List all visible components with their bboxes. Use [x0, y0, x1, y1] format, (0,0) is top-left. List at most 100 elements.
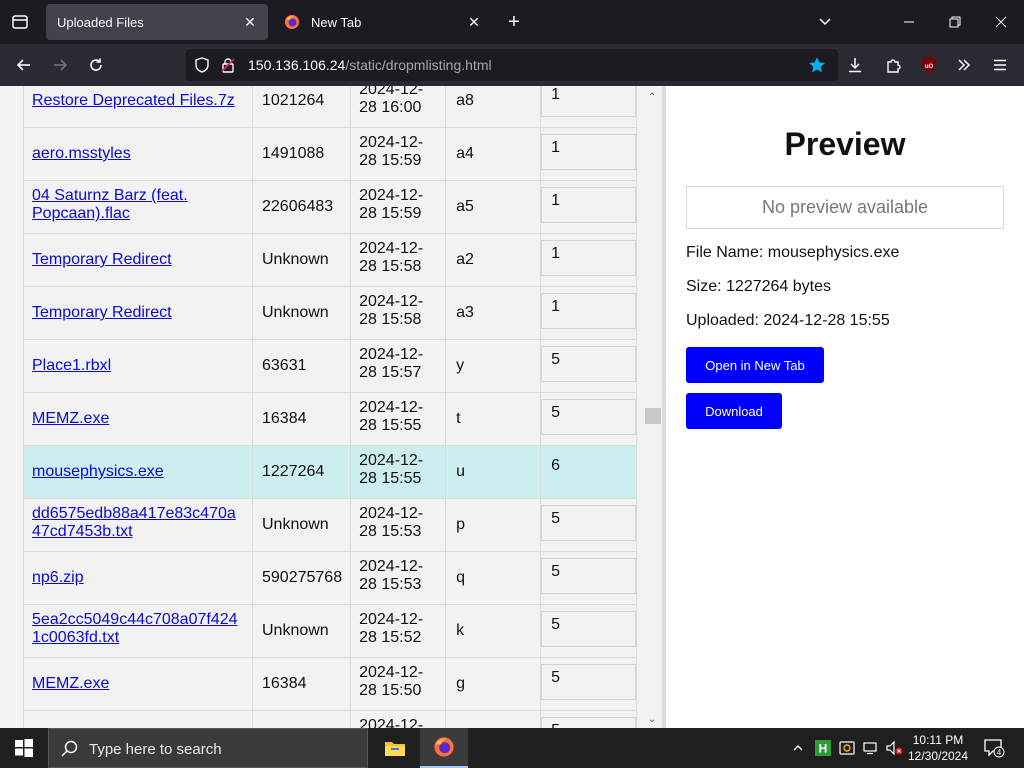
upload-date-cell: 2024-12- 28 15:58 [350, 286, 447, 340]
table-row[interactable]: MEMZ.exe 16384 2024-12- 28 15:55 t 5 [23, 392, 638, 446]
notification-center-icon[interactable]: 4 [980, 728, 1008, 768]
network-icon[interactable] [860, 728, 882, 768]
table-row[interactable]: 5ea2cc5049c44c708a07f424 1c0063fd.txt Unkn… [23, 604, 638, 658]
count-field[interactable]: 5 [541, 664, 637, 700]
count-field[interactable]: 5 [541, 611, 637, 647]
count-field[interactable]: 1 [541, 134, 637, 170]
show-hidden-icons-chevron-icon[interactable] [788, 728, 808, 768]
file-name-cell: aero.msstyles [23, 127, 253, 181]
file-size-cell: Unknown [251, 233, 352, 287]
file-link[interactable]: mousephysics.exe [32, 463, 164, 480]
uploader-tag-cell: q [445, 551, 542, 605]
table-row[interactable]: dd6575edb88a417e83c470a 47cd7453b.txt Unkn… [23, 498, 638, 552]
overflow-chevrons-icon[interactable] [950, 51, 978, 79]
count-field[interactable]: 5 [541, 399, 637, 435]
uploader-tag-cell: u [445, 445, 542, 499]
table-row[interactable]: 7757bdd3473b491d8fc92e9c 2024-12- 5 [23, 710, 638, 728]
count-field[interactable]: 5 [541, 346, 637, 382]
upload-date-line: 2024-12- [359, 611, 424, 628]
table-row[interactable]: Temporary Redirect Unknown 2024-12- 28 15:5… [23, 286, 638, 340]
taskbar-search-box[interactable]: Type here to search [48, 728, 368, 768]
hamachi-tray-icon[interactable]: H [812, 728, 834, 768]
restore-icon[interactable] [932, 0, 978, 44]
count-cell: 6 [540, 445, 638, 499]
count-field[interactable]: 6 [541, 452, 636, 488]
file-name-cell: Place1.rbxl [23, 339, 253, 393]
file-name-cell: Temporary Redirect [23, 233, 253, 287]
open-in-new-tab-button[interactable]: Open in New Tab [686, 347, 824, 383]
system-tray-app-icon[interactable] [836, 728, 858, 768]
file-link[interactable]: Restore Deprecated Files.7z [32, 92, 235, 109]
hamburger-menu-icon[interactable] [986, 51, 1014, 79]
file-link[interactable]: Temporary Redirect [32, 304, 172, 321]
close-tab-icon[interactable]: ✕ [238, 10, 262, 34]
count-field[interactable]: 5 [541, 717, 637, 728]
scroll-up-arrow-icon[interactable]: ⌃ [648, 92, 656, 103]
upload-date-cell: 2024-12- 28 15:50 [350, 657, 447, 711]
file-link[interactable]: 5ea2cc5049c44c708a07f424 1c0063fd.txt [32, 611, 238, 646]
new-tab-plus-icon[interactable]: + [502, 10, 526, 34]
count-field[interactable]: 1 [541, 187, 637, 223]
count-field[interactable]: 5 [541, 505, 637, 541]
file-link[interactable]: Temporary Redirect [32, 251, 172, 268]
file-name-line: MEMZ.exe [32, 675, 110, 692]
table-row[interactable]: np6.zip 590275768 2024-12- 28 15:53 q 5 [23, 551, 638, 605]
count-field[interactable]: 1 [541, 293, 637, 329]
file-link[interactable]: dd6575edb88a417e83c470a 47cd7453b.txt [32, 505, 236, 540]
table-row[interactable]: aero.msstyles 1491088 2024-12- 28 15:59 a4 1 [23, 127, 638, 181]
uploader-tag-cell: p [445, 498, 542, 552]
count-field[interactable]: 1 [541, 86, 637, 117]
downloads-icon[interactable] [841, 51, 869, 79]
file-size-cell: 63631 [251, 339, 352, 393]
ublock-origin-icon[interactable]: uO [915, 51, 943, 79]
firefox-taskbar-icon[interactable] [420, 728, 468, 768]
chevron-down-icon[interactable] [802, 0, 848, 44]
close-window-icon[interactable] [978, 0, 1024, 44]
tab-uploaded-files[interactable]: Uploaded Files ✕ [46, 4, 268, 40]
file-link[interactable]: aero.msstyles [32, 145, 131, 162]
back-arrow-icon[interactable] [10, 51, 38, 79]
shield-icon[interactable] [194, 57, 210, 78]
taskbar-clock[interactable]: 10:11 PM 12/30/2024 [900, 732, 976, 764]
table-row[interactable]: Restore Deprecated Files.7z 1021264 2024-1… [23, 86, 638, 128]
count-cell: 5 [540, 551, 638, 605]
table-row[interactable]: 04 Saturnz Barz (feat. Popcaan).flac 22606… [23, 180, 638, 234]
uploader-tag-cell: a8 [445, 86, 542, 128]
scroll-down-arrow-icon[interactable]: ⌄ [648, 714, 656, 725]
preview-placeholder-box: No preview available [686, 186, 1004, 229]
windows-start-icon[interactable] [0, 728, 48, 768]
scrollbar-thumb[interactable] [645, 408, 661, 424]
insecure-lock-icon[interactable] [220, 57, 236, 78]
table-row-selected[interactable]: mousephysics.exe 1227264 2024-12- 28 15:55 u… [23, 445, 638, 499]
download-button[interactable]: Download [686, 393, 782, 429]
table-row[interactable]: Temporary Redirect Unknown 2024-12- 28 15:5… [23, 233, 638, 287]
navigation-toolbar: 150.136.106.24/static/dropmlisting.html … [0, 44, 1024, 86]
minimize-icon[interactable] [886, 0, 932, 44]
listing-scrollbar[interactable]: ⌃ ⌄ [644, 86, 662, 728]
file-name-cell: Restore Deprecated Files.7z [23, 86, 253, 128]
extensions-puzzle-icon[interactable] [879, 51, 907, 79]
uploader-tag-cell [445, 710, 542, 728]
upload-date-line: 2024-12- [359, 134, 424, 151]
count-field[interactable]: 1 [541, 240, 637, 276]
bookmark-star-icon[interactable] [808, 56, 826, 79]
table-row[interactable]: MEMZ.exe 16384 2024-12- 28 15:50 g 5 [23, 657, 638, 711]
tab-title: Uploaded Files [57, 14, 144, 30]
file-link[interactable]: 04 Saturnz Barz (feat. Popcaan).flac [32, 187, 188, 222]
file-listing-pane[interactable]: Restore Deprecated Files.7z 1021264 2024-1… [0, 86, 666, 728]
close-tab-icon[interactable]: ✕ [462, 10, 486, 34]
file-link[interactable]: MEMZ.exe [32, 675, 109, 692]
tab-new-tab[interactable]: New Tab ✕ [276, 4, 492, 40]
file-link[interactable]: MEMZ.exe [32, 410, 109, 427]
tab-list-icon[interactable] [8, 10, 32, 34]
file-link[interactable]: np6.zip [32, 569, 84, 586]
file-name-cell: 7757bdd3473b491d8fc92e9c [23, 710, 253, 728]
file-explorer-icon[interactable] [371, 728, 419, 768]
uploader-tag-cell: a2 [445, 233, 542, 287]
table-row[interactable]: Place1.rbxl 63631 2024-12- 28 15:57 y 5 [23, 339, 638, 393]
forward-arrow-icon[interactable] [46, 51, 74, 79]
reload-icon[interactable] [82, 51, 110, 79]
file-link[interactable]: Place1.rbxl [32, 357, 111, 374]
address-bar[interactable]: 150.136.106.24/static/dropmlisting.html [186, 49, 838, 81]
count-field[interactable]: 5 [541, 558, 637, 594]
